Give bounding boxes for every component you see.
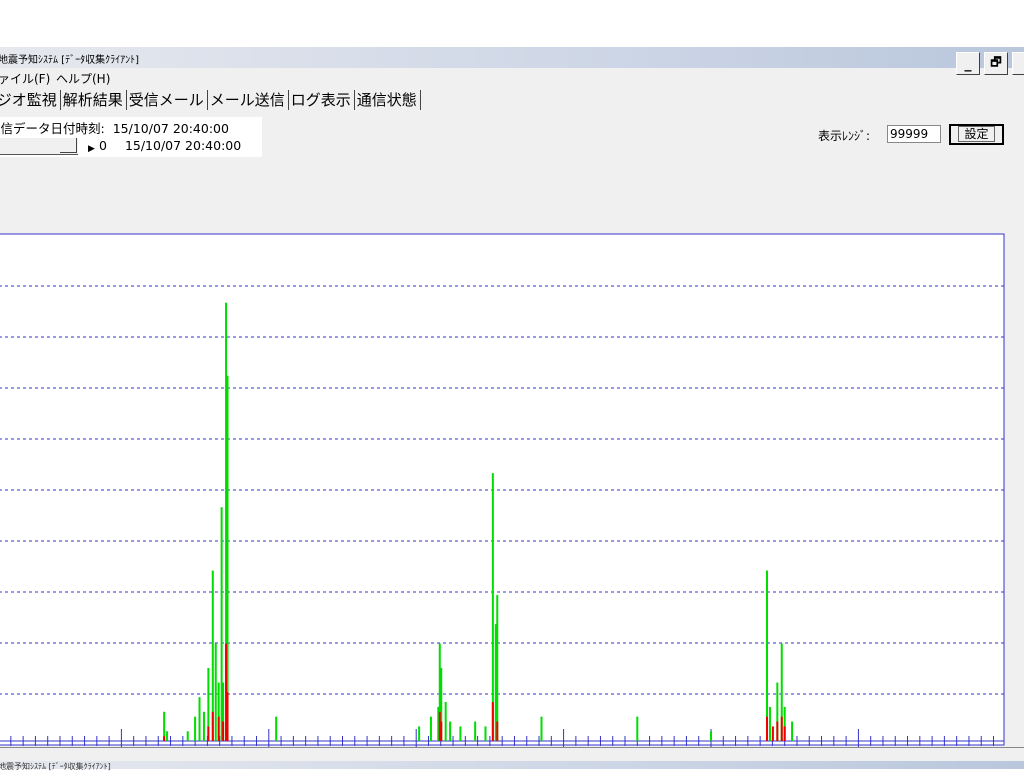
slider-thumb[interactable] (60, 138, 77, 153)
series-main-bar (198, 697, 201, 741)
series-alert-bar (783, 726, 786, 741)
series-main-bar (484, 726, 487, 741)
series-alert-bar (163, 736, 166, 741)
range-input[interactable]: 99999 (887, 125, 941, 143)
chart-svg: 15/10/0115/10/0215/10/0315/10/0415/10/05… (0, 233, 1005, 747)
series-main-bar (275, 716, 278, 741)
title-bar[interactable]: 地震予知ｼｽﾃﾑ [ﾃﾞｰﾀ収集ｸﾗｲｱﾝﾄ] (0, 47, 1024, 68)
series-alert-bar (771, 726, 774, 741)
series-alert-bar (222, 721, 225, 741)
close-button[interactable] (1012, 52, 1024, 75)
series-alert-bar (776, 721, 779, 741)
series-alert-bar (440, 721, 443, 741)
minimize-icon: _ (964, 55, 972, 72)
series-main-bar (710, 731, 712, 741)
minimize-button[interactable]: _ (956, 52, 980, 75)
series-main-bar (474, 721, 477, 741)
next-window-edge: 地震予知ｼｽﾃﾑ [ﾃﾞｰﾀ収集ｸﾗｲｱﾝﾄ] (0, 747, 1024, 771)
series-alert-bar (211, 711, 214, 741)
received-value: 15/10/07 20:40:00 (112, 121, 229, 136)
restore-button[interactable]: 🗗 (984, 52, 1008, 75)
series-alert-bar (217, 716, 220, 741)
series-main-bar (449, 721, 452, 741)
play-icon[interactable]: ▶ (88, 144, 95, 154)
series-main-bar (429, 716, 432, 741)
tab-send-mail[interactable]: メール送信 (208, 90, 289, 110)
tab-comm-status[interactable]: 通信状態 (355, 90, 421, 110)
main-window: 地震予知ｼｽﾃﾑ [ﾃﾞｰﾀ収集ｸﾗｲｱﾝﾄ] _ 🗗 ファイル(F) ヘルプ(… (0, 47, 1024, 747)
range-label: 表示ﾚﾝｼﾞ: (818, 129, 871, 143)
series-main-bar (459, 726, 462, 741)
tab-bar: ラジオ監視解析結果受信メールメール送信ログ表示通信状態 (0, 90, 421, 112)
series-alert-bar (491, 702, 494, 741)
menu-file[interactable]: ファイル(F) (0, 70, 50, 87)
series-alert-bar (496, 721, 499, 741)
set-button-label: 設定 (958, 126, 995, 142)
series-alert-bar (226, 692, 229, 741)
tab-received-mail[interactable]: 受信メール (127, 90, 208, 110)
series-main-bar (166, 731, 169, 741)
window-title: 地震予知ｼｽﾃﾑ [ﾃﾞｰﾀ収集ｸﾗｲｱﾝﾄ] (0, 55, 139, 66)
tab-log[interactable]: ログ表示 (289, 90, 355, 110)
series-main-bar (418, 726, 421, 741)
tab-analysis[interactable]: 解析結果 (61, 90, 127, 110)
series-main-bar (214, 643, 217, 741)
series-main-bar (186, 731, 189, 741)
series-main-bar (202, 711, 205, 741)
restore-icon: 🗗 (990, 55, 1002, 69)
series-main-bar (491, 473, 494, 741)
series-main-bar (496, 594, 499, 741)
tab-radio-monitor[interactable]: ラジオ監視 (0, 90, 61, 110)
set-button[interactable]: 設定 (949, 124, 1004, 145)
menu-help[interactable]: ヘルプ(H) (56, 70, 110, 87)
received-label: 受信データ日付時刻: (0, 121, 105, 136)
chart-area: 15/10/0115/10/0215/10/0315/10/0415/10/05… (0, 164, 1024, 747)
series-main-bar (766, 570, 769, 741)
series-main-bar (540, 716, 543, 741)
series-main-bar (768, 706, 771, 741)
series-main-bar (444, 702, 447, 741)
cursor-time: 15/10/07 20:40:00 (124, 138, 242, 153)
next-window-title: 地震予知ｼｽﾃﾑ [ﾃﾞｰﾀ収集ｸﾗｲｱﾝﾄ] (0, 762, 111, 771)
series-main-bar (636, 716, 639, 741)
series-alert-bar (207, 726, 210, 741)
series-main-bar (194, 716, 197, 741)
series-main-bar (791, 721, 794, 741)
series-alert-bar (766, 716, 769, 741)
series-alert-bar (780, 716, 783, 741)
cursor-value: 0 (99, 138, 107, 153)
